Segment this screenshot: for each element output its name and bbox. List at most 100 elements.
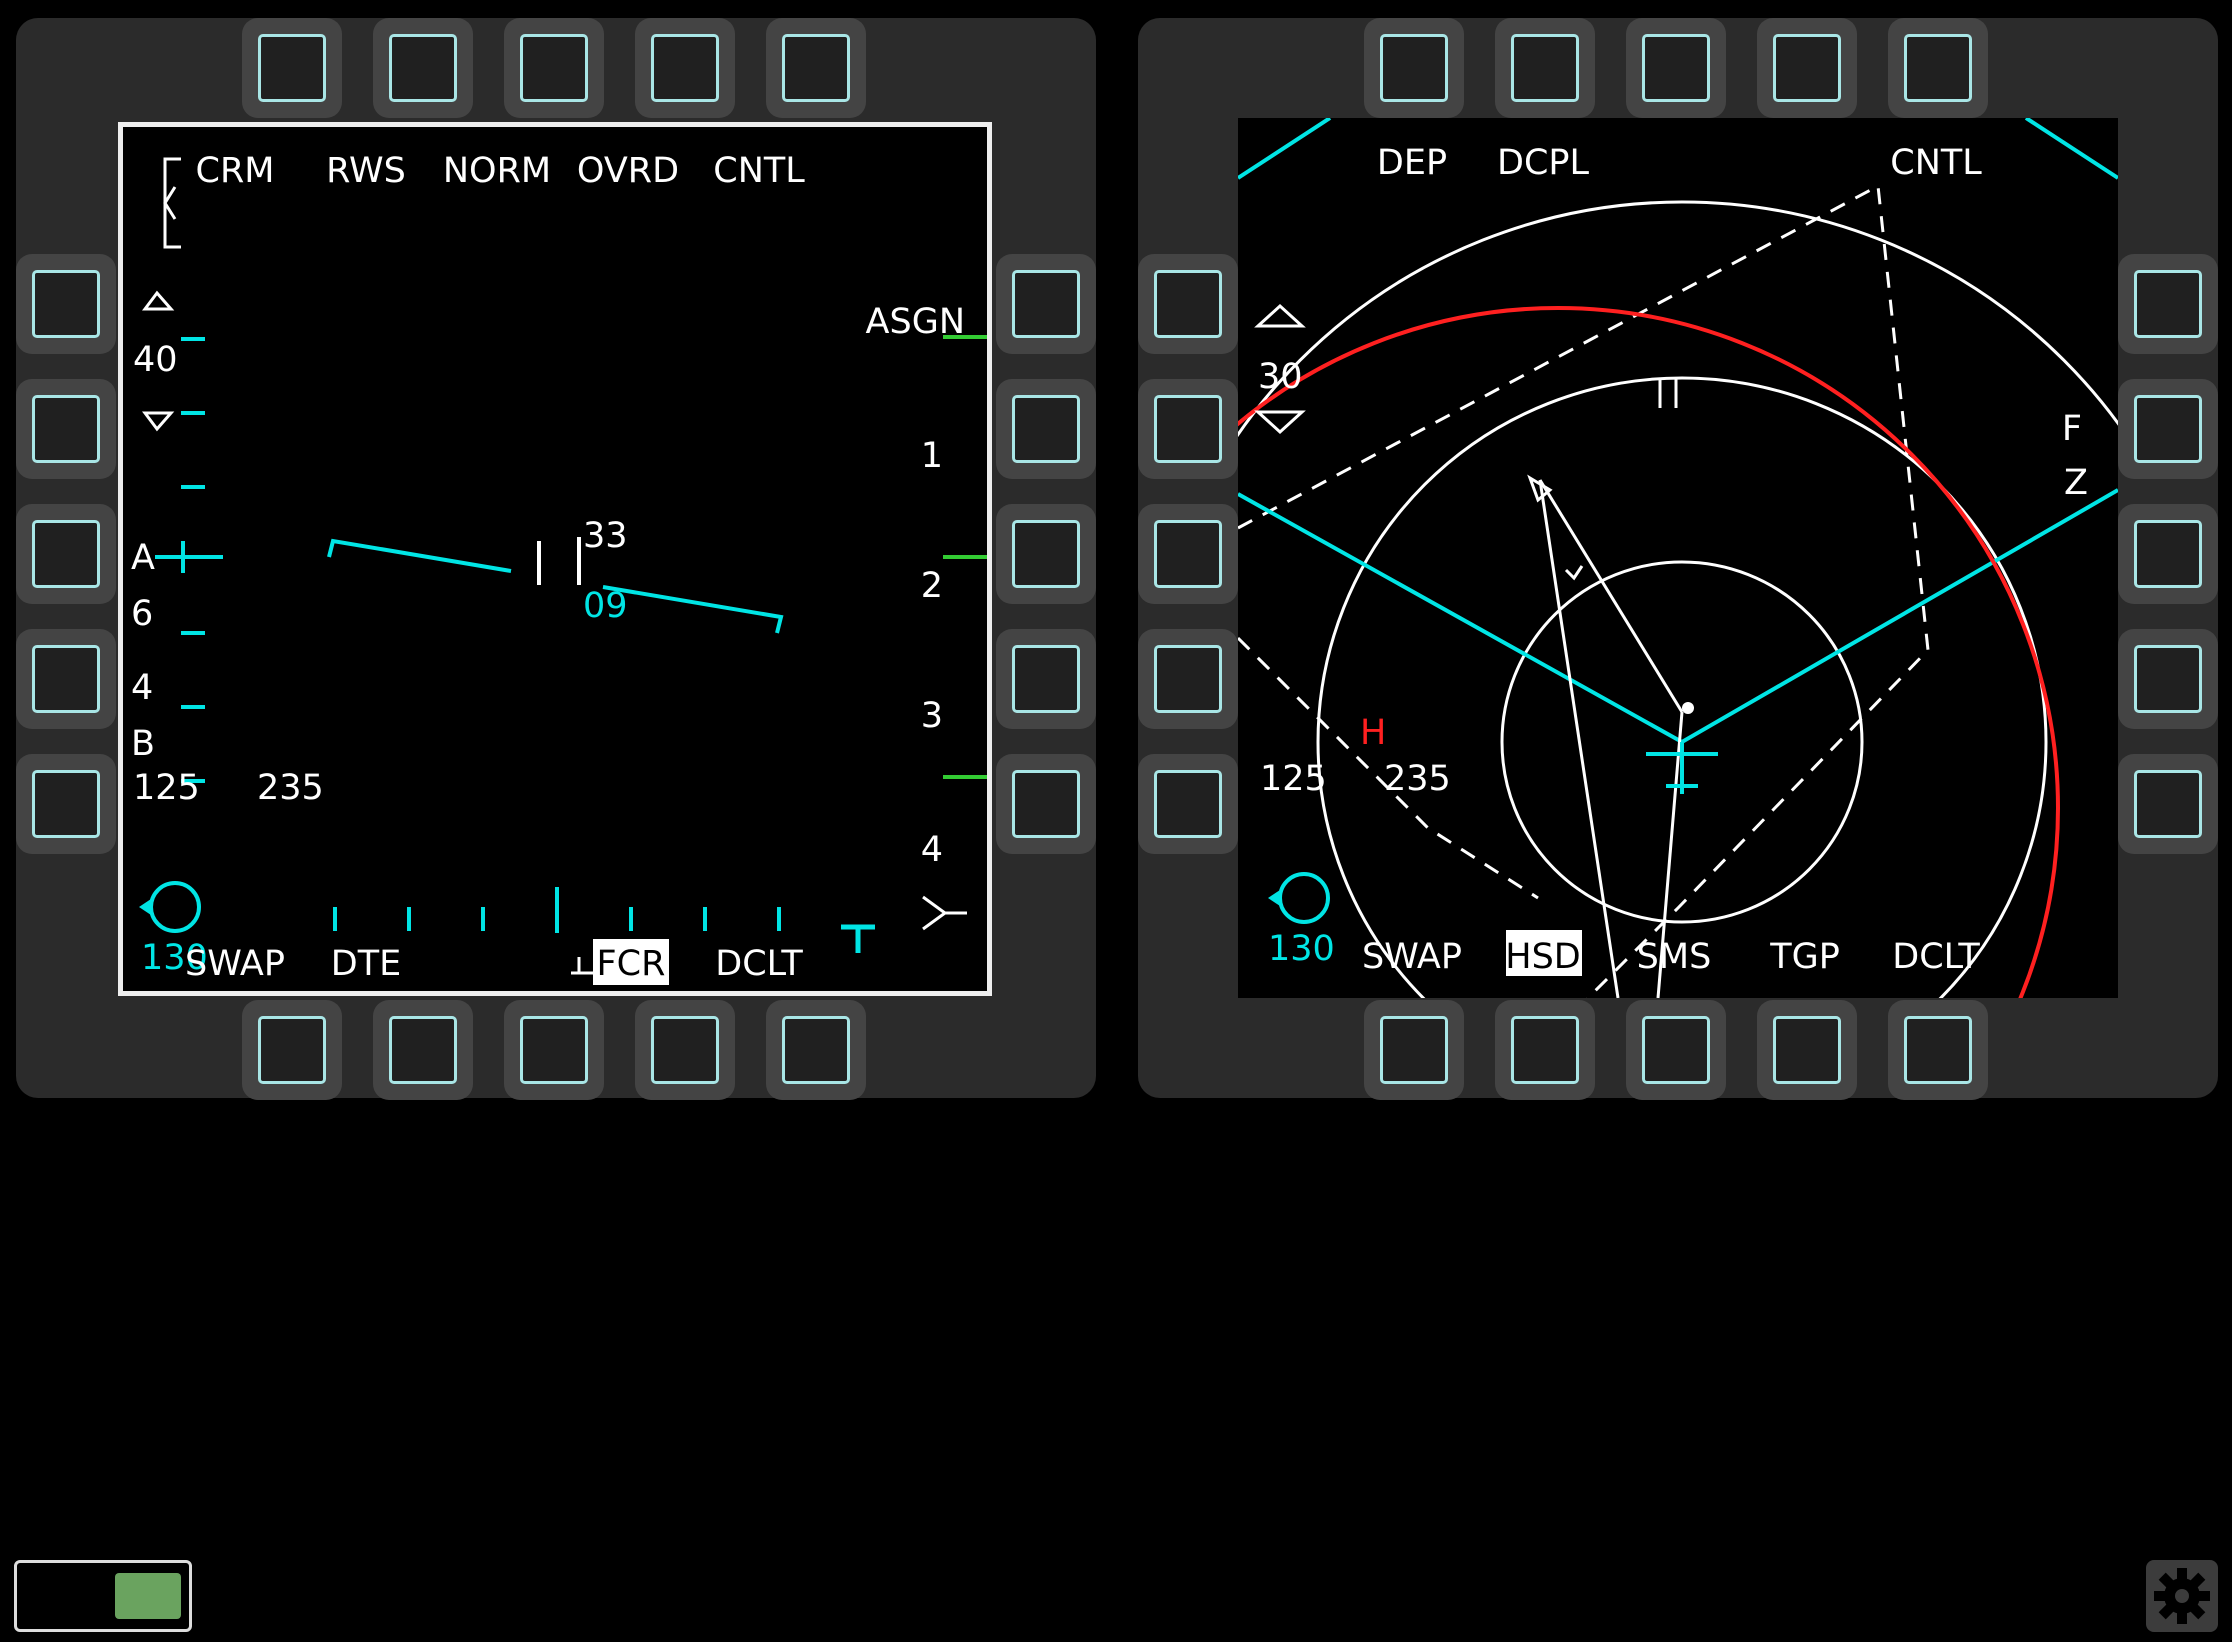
osb-top-3[interactable] <box>504 18 604 118</box>
osb-top-4[interactable] <box>635 18 735 118</box>
square-button-icon <box>389 1016 457 1084</box>
display-toggle[interactable] <box>14 1560 192 1632</box>
elevation-scale <box>155 337 223 783</box>
osb-bottom-3[interactable] <box>504 1000 604 1100</box>
osb-top-1[interactable] <box>242 18 342 118</box>
osb-top-4[interactable] <box>1757 18 1857 118</box>
azimuth-scale <box>333 887 781 933</box>
osb-right-5[interactable] <box>996 754 1096 854</box>
osb-left-2[interactable] <box>16 379 116 479</box>
square-button-icon <box>32 770 100 838</box>
osb-top-5[interactable] <box>766 18 866 118</box>
top-label-4: OVRD <box>577 151 679 191</box>
osb-left-4[interactable] <box>1138 629 1238 729</box>
top-label-5: CNTL <box>713 151 805 191</box>
square-button-icon <box>1012 645 1080 713</box>
fcr-display: CRM RWS NORM OVRD CNTL 40 A 6 4 B 125 23… <box>131 151 987 985</box>
osb-bottom-5[interactable] <box>766 1000 866 1100</box>
square-button-icon <box>520 1016 588 1084</box>
osb-bottom-4[interactable] <box>635 1000 735 1100</box>
osb-left-3[interactable] <box>16 504 116 604</box>
square-button-icon <box>32 645 100 713</box>
square-button-icon <box>258 34 326 102</box>
bullseye-range-top: 33 <box>583 516 628 556</box>
range-up-arrow-icon[interactable] <box>142 290 175 311</box>
osb-right-1[interactable] <box>2118 254 2218 354</box>
osb-left-4[interactable] <box>16 629 116 729</box>
osb-left-1[interactable] <box>1138 254 1238 354</box>
osb-top-3[interactable] <box>1626 18 1726 118</box>
bullseye-range-bottom: 09 <box>583 586 628 626</box>
horizon-line <box>327 538 784 634</box>
scale-number-3: 3 <box>921 696 943 736</box>
range-up-arrow-icon[interactable] <box>1254 303 1306 328</box>
square-button-icon <box>651 34 719 102</box>
osb-bottom-1[interactable] <box>1364 1000 1464 1100</box>
side-mark-z: Z <box>2064 463 2088 503</box>
osb-left-2[interactable] <box>1138 379 1238 479</box>
square-button-icon <box>651 1016 719 1084</box>
osb-left-1[interactable] <box>16 254 116 354</box>
osb-bottom-2[interactable] <box>373 1000 473 1100</box>
cursor-marker <box>537 537 581 585</box>
osb-top-1[interactable] <box>1364 18 1464 118</box>
range-down-arrow-icon[interactable] <box>1254 410 1306 435</box>
osb-right-2[interactable] <box>2118 379 2218 479</box>
osb-bottom-4[interactable] <box>1757 1000 1857 1100</box>
square-button-icon <box>1154 645 1222 713</box>
altitude-readout: 125 <box>133 768 200 808</box>
square-button-icon <box>1154 770 1222 838</box>
altitude-readout: 125 <box>1260 759 1327 799</box>
osb-left-5[interactable] <box>1138 754 1238 854</box>
osb-left-3[interactable] <box>1138 504 1238 604</box>
toggle-knob <box>115 1573 181 1619</box>
fuel-indicator-icon <box>139 881 201 933</box>
osb-right-1[interactable] <box>996 254 1096 354</box>
osb-right-4[interactable] <box>996 629 1096 729</box>
settings-button[interactable] <box>2146 1560 2218 1632</box>
osb-bottom-3[interactable] <box>1626 1000 1726 1100</box>
bottom-label-dclt: DCLT <box>1892 937 1980 977</box>
scale-number-4: 4 <box>921 830 943 870</box>
square-button-icon <box>2134 520 2202 588</box>
square-button-icon <box>1012 270 1080 338</box>
osb-top-2[interactable] <box>373 18 473 118</box>
bottom-label-swap: SWAP <box>1362 937 1462 977</box>
range-scale: 30 <box>1258 357 1303 397</box>
osb-right-3[interactable] <box>2118 504 2218 604</box>
osb-bottom-1[interactable] <box>242 1000 342 1100</box>
top-label-dep: DEP <box>1377 143 1447 183</box>
osb-top-2[interactable] <box>1495 18 1595 118</box>
side-mark-f: F <box>2062 409 2082 449</box>
osb-right-5[interactable] <box>2118 754 2218 854</box>
route-markers <box>1658 378 1678 408</box>
bottom-label-dclt: DCLT <box>715 944 803 984</box>
heading-readout: 235 <box>257 768 324 808</box>
osb-right-3[interactable] <box>996 504 1096 604</box>
bottom-label-tgp: TGP <box>1769 937 1840 977</box>
osb-right-2[interactable] <box>996 379 1096 479</box>
ownship-icon <box>1646 742 1718 794</box>
bottom-label-hsd: HSD <box>1505 937 1581 977</box>
hsd-screen: H DEP DCPL CNTL 30 F Z 125 235 130 SWAP … <box>1238 118 2118 998</box>
square-button-icon <box>1380 1016 1448 1084</box>
osb-right-4[interactable] <box>2118 629 2218 729</box>
cursor-t-icon <box>841 924 875 953</box>
cursor-arrow-icon <box>571 957 593 975</box>
osb-bottom-5[interactable] <box>1888 1000 1988 1100</box>
square-button-icon <box>258 1016 326 1084</box>
square-button-icon <box>1154 270 1222 338</box>
side-mark-a: A <box>131 538 155 578</box>
osb-bottom-2[interactable] <box>1495 1000 1595 1100</box>
side-mark-4: 4 <box>131 668 153 708</box>
square-button-icon <box>2134 645 2202 713</box>
square-button-icon <box>1511 34 1579 102</box>
osb-left-5[interactable] <box>16 754 116 854</box>
osb-top-5[interactable] <box>1888 18 1988 118</box>
range-down-arrow-icon[interactable] <box>142 411 175 432</box>
square-button-icon <box>389 34 457 102</box>
fuel-readout: 130 <box>1268 929 1335 969</box>
square-button-icon <box>1154 520 1222 588</box>
side-mark-6: 6 <box>131 594 153 634</box>
expand-bracket-icon <box>163 157 181 249</box>
